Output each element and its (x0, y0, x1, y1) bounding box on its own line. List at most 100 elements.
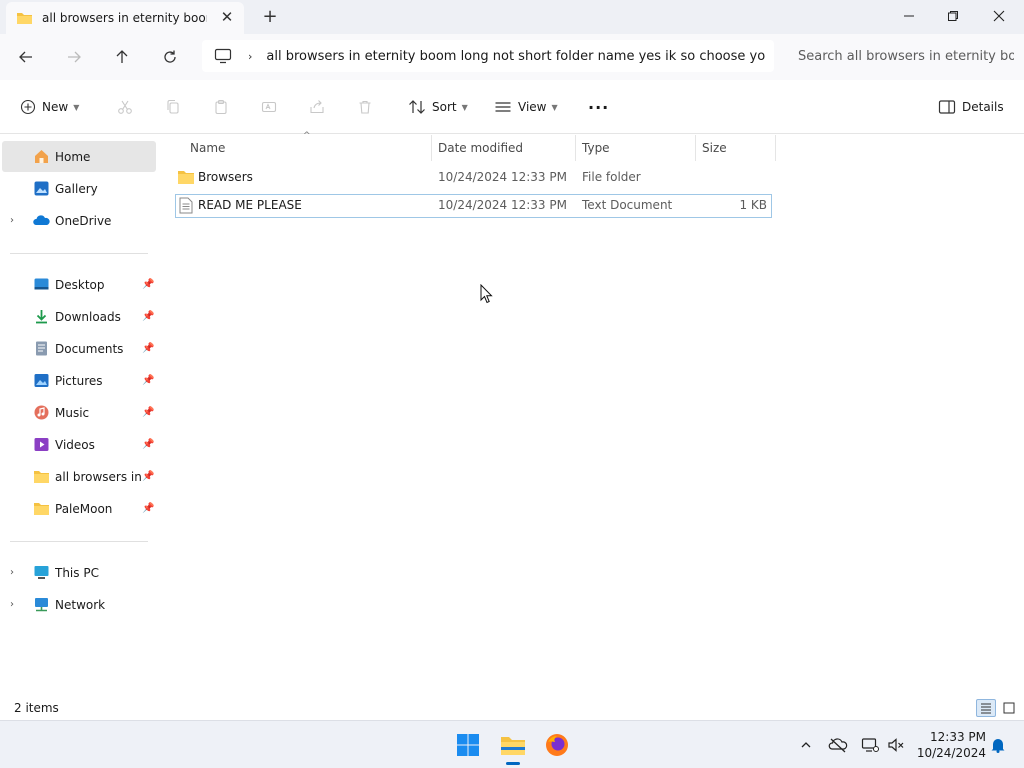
chevron-right-icon[interactable]: › (248, 50, 252, 63)
copy-icon[interactable] (162, 96, 184, 118)
sidebar-item-label: Documents (55, 341, 124, 356)
up-button[interactable] (106, 42, 138, 72)
sidebar-item-music[interactable]: Music 📌 (2, 397, 156, 428)
onedrive-icon (33, 212, 50, 229)
sidebar-item-palemoon[interactable]: PaleMoon 📌 (2, 493, 156, 524)
sidebar-item-onedrive[interactable]: › OneDrive (2, 205, 156, 236)
pin-icon[interactable]: 📌 (142, 311, 154, 322)
new-tab-button[interactable]: + (258, 5, 282, 27)
videos-icon (33, 436, 50, 453)
column-separator[interactable] (775, 135, 776, 161)
music-icon (33, 404, 50, 421)
sidebar-item-label: all browsers in eternity boom long not s… (55, 469, 141, 484)
pin-icon[interactable]: 📌 (142, 343, 154, 354)
forward-button[interactable] (58, 42, 90, 72)
file-row[interactable]: Browsers 10/24/2024 12:33 PM File folder (175, 166, 772, 190)
details-pane-icon (938, 99, 956, 115)
this-pc-icon (33, 564, 50, 581)
folder-icon (33, 500, 50, 517)
folder-icon (16, 11, 33, 25)
taskbar: 12:33 PM 10/24/2024 (0, 720, 1024, 768)
pin-icon[interactable]: 📌 (142, 375, 154, 386)
sidebar-item-label: Desktop (55, 277, 105, 292)
sidebar-item-home[interactable]: Home (2, 141, 156, 172)
file-explorer-icon[interactable] (499, 731, 527, 759)
volume-muted-icon[interactable] (886, 735, 906, 755)
column-separator[interactable] (575, 135, 576, 161)
large-icons-view-toggle[interactable] (999, 699, 1019, 717)
tab-title: all browsers in eternity boom l (42, 11, 207, 25)
chevron-right-icon[interactable]: › (10, 567, 14, 578)
sidebar-item-documents[interactable]: Documents 📌 (2, 333, 156, 364)
address-bar[interactable]: › all browsers in eternity boom long not… (202, 40, 774, 72)
column-separator[interactable] (431, 135, 432, 161)
column-header-date[interactable]: Date modified (438, 141, 523, 155)
column-header-name[interactable]: Name (190, 141, 225, 155)
chevron-down-icon: ▼ (461, 102, 468, 112)
details-pane-button[interactable]: Details (938, 94, 1004, 120)
share-icon[interactable] (306, 96, 328, 118)
file-name: READ ME PLEASE (198, 198, 302, 212)
sidebar-item-desktop[interactable]: Desktop 📌 (2, 269, 156, 300)
tab-active[interactable]: all browsers in eternity boom l ✕ (6, 2, 244, 34)
sidebar-item-network[interactable]: › Network (2, 589, 156, 620)
file-date: 10/24/2024 12:33 PM (438, 170, 567, 184)
pin-icon[interactable]: 📌 (142, 279, 154, 290)
back-button[interactable] (10, 42, 42, 72)
sort-button[interactable]: Sort ▼ (408, 94, 468, 120)
new-button[interactable]: New ▼ (20, 94, 79, 120)
downloads-icon (33, 308, 50, 325)
notification-bell-icon[interactable] (988, 735, 1008, 755)
details-view-toggle[interactable] (976, 699, 996, 717)
sort-icon (408, 99, 426, 115)
paste-icon[interactable] (210, 96, 232, 118)
active-app-indicator (506, 762, 520, 765)
pin-icon[interactable]: 📌 (142, 471, 154, 482)
item-count: 2 items (14, 701, 59, 715)
restore-button[interactable] (930, 0, 976, 32)
clock-date: 10/24/2024 (916, 746, 986, 760)
sidebar-divider (10, 541, 148, 542)
column-header-type[interactable]: Type (582, 141, 610, 155)
refresh-button[interactable] (154, 42, 186, 72)
pin-icon[interactable]: 📌 (142, 407, 154, 418)
sidebar-item-downloads[interactable]: Downloads 📌 (2, 301, 156, 332)
network-status-icon[interactable] (860, 735, 880, 755)
search-input[interactable]: Search all browsers in eternity bo (782, 40, 1014, 72)
column-separator[interactable] (695, 135, 696, 161)
clock[interactable]: 12:33 PM 10/24/2024 (916, 729, 986, 761)
column-header-size[interactable]: Size (702, 141, 727, 155)
sidebar-item-gallery[interactable]: Gallery (2, 173, 156, 204)
minimize-button[interactable] (886, 0, 932, 32)
pin-icon[interactable]: 📌 (142, 439, 154, 450)
firefox-icon[interactable] (543, 731, 571, 759)
sidebar-item-label: Home (55, 149, 91, 164)
windows-start-icon[interactable] (454, 731, 482, 759)
file-row[interactable]: READ ME PLEASE 10/24/2024 12:33 PM Text … (175, 194, 772, 218)
more-options-button[interactable]: ··· (588, 94, 609, 120)
cut-icon[interactable] (114, 96, 136, 118)
sidebar-item-this-pc[interactable]: › This PC (2, 557, 156, 588)
monitor-icon (214, 48, 232, 64)
column-headers: ^ Name Date modified Type Size (175, 131, 776, 161)
file-date: 10/24/2024 12:33 PM (438, 198, 567, 212)
sidebar-item-all-browsers-folder[interactable]: all browsers in eternity boom long not s… (2, 461, 156, 492)
chevron-up-icon[interactable] (796, 735, 816, 755)
sort-label: Sort (432, 100, 457, 114)
address-path[interactable]: all browsers in eternity boom long not s… (266, 49, 765, 64)
onedrive-offline-icon[interactable] (828, 735, 848, 755)
sidebar-item-label: This PC (55, 565, 99, 580)
rename-icon[interactable] (258, 96, 280, 118)
close-window-button[interactable] (976, 0, 1022, 32)
file-type: Text Document (582, 198, 673, 212)
delete-icon[interactable] (354, 96, 376, 118)
sidebar-item-pictures[interactable]: Pictures 📌 (2, 365, 156, 396)
sidebar-item-videos[interactable]: Videos 📌 (2, 429, 156, 460)
view-button[interactable]: View ▼ (494, 94, 558, 120)
title-bar: all browsers in eternity boom l ✕ + (0, 0, 1024, 34)
chevron-right-icon[interactable]: › (10, 599, 14, 610)
close-tab-icon[interactable]: ✕ (218, 8, 236, 26)
pin-icon[interactable]: 📌 (142, 503, 154, 514)
chevron-right-icon[interactable]: › (10, 215, 14, 226)
sidebar-item-label: PaleMoon (55, 501, 113, 516)
